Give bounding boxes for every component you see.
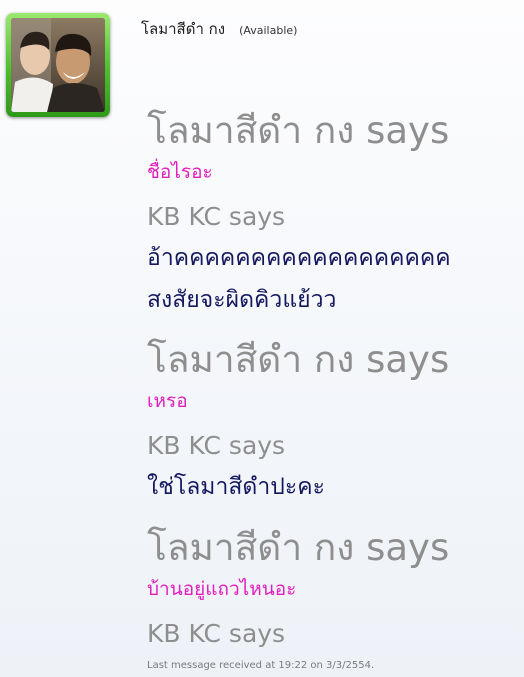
conversation-header: โลมาสีดำ กง (Available): [141, 17, 297, 39]
message-line: สงสัยจะผิดคิวแย้วว: [147, 287, 337, 313]
contact-name: โลมาสีดำ กง: [141, 20, 226, 38]
says-label: โลมาสีดำ กง says: [147, 526, 450, 569]
message-line: เหรอ: [147, 390, 188, 412]
message-line: ชื่อไรอะ: [147, 161, 213, 183]
message-line: อ้าคคคคคคคคคคคคคคคคคค: [147, 245, 451, 271]
contact-avatar: [11, 18, 105, 112]
message-line: บ้านอยู่แถวไหนอะ: [147, 578, 297, 600]
avatar-photo-icon: [11, 18, 105, 112]
contact-avatar-frame[interactable]: [6, 13, 110, 117]
says-label: KB KC says: [147, 619, 286, 648]
says-label: KB KC says: [147, 431, 286, 460]
last-message-timestamp: Last message received at 19:22 on 3/3/25…: [147, 660, 375, 671]
contact-status: (Available): [239, 24, 298, 37]
says-label: KB KC says: [147, 202, 286, 231]
says-label: โลมาสีดำ กง says: [147, 338, 450, 381]
says-label: โลมาสีดำ กง says: [147, 109, 450, 152]
message-line: ใช่โลมาสีดำปะคะ: [147, 474, 325, 500]
